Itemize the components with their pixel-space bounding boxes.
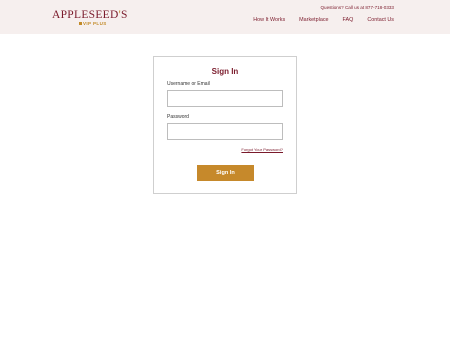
nav-link-faq[interactable]: FAQ (343, 17, 354, 23)
sign-in-button[interactable]: Sign In (197, 165, 254, 181)
username-input[interactable] (167, 90, 283, 107)
nav-link-how-it-works[interactable]: How It Works (253, 17, 285, 23)
logo-wordmark: APPLESEED'S (52, 9, 128, 21)
appleseeds-vip-plus-logo[interactable]: APPLESEED'S VIP PLUS (52, 9, 128, 26)
nav-link-contact-us[interactable]: Contact Us (367, 17, 394, 23)
forgot-password-link[interactable]: Forgot Your Password? (241, 147, 283, 152)
main-nav: How It Works Marketplace FAQ Contact Us (253, 17, 394, 23)
sign-in-card: Sign In Username or Email Password Forgo… (153, 56, 297, 194)
site-header: APPLESEED'S VIP PLUS Questions? Call us … (0, 0, 450, 34)
password-label: Password (167, 114, 189, 120)
sign-in-title: Sign In (211, 67, 239, 76)
logo-dot-icon (79, 22, 82, 26)
username-label: Username or Email (167, 81, 210, 87)
contact-phone-text: Questions? Call us at 877-718-0333 (320, 5, 394, 10)
password-input[interactable] (167, 123, 283, 140)
nav-link-marketplace[interactable]: Marketplace (299, 17, 328, 23)
logo-subtitle: VIP PLUS (79, 21, 128, 26)
